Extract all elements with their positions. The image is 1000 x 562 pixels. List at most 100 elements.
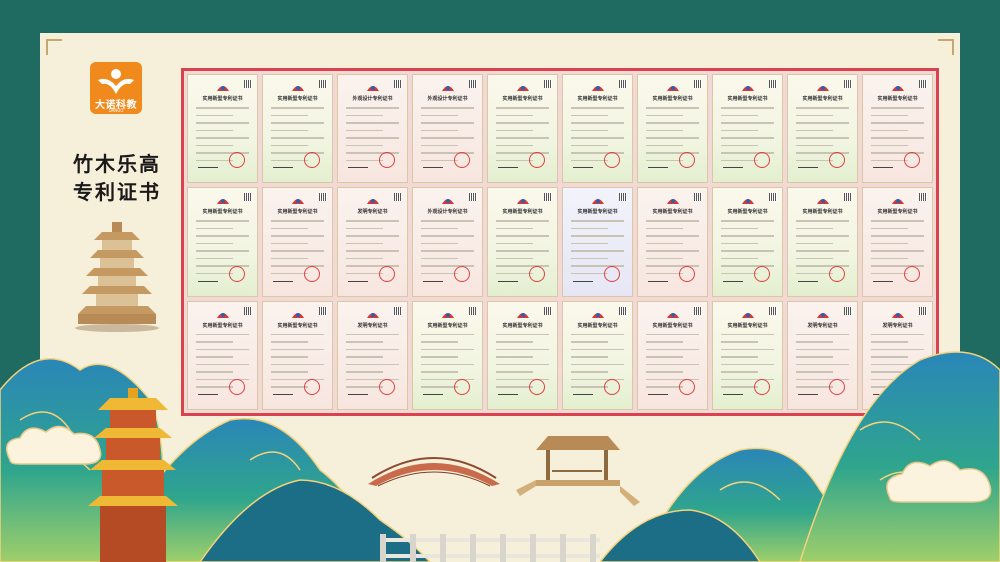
patent-emblem-icon (216, 199, 229, 205)
qr-code-icon (919, 193, 927, 202)
signature-mark (348, 161, 368, 169)
certificate-title: 实用新型专利证书 (502, 96, 543, 102)
qr-code-icon (544, 306, 552, 315)
qr-code-icon (319, 80, 327, 88)
qr-code-icon (769, 80, 777, 88)
official-seal-icon (229, 265, 245, 282)
qr-code-icon (694, 193, 702, 202)
signature-mark (873, 161, 893, 169)
stone-railing-illustration (380, 534, 600, 562)
signature-mark (198, 275, 218, 282)
patent-emblem-icon (291, 312, 304, 318)
certificate-title: 实用新型专利证书 (502, 322, 543, 329)
qr-code-icon (394, 80, 402, 88)
patent-emblem-icon (891, 312, 904, 318)
certificate-card: 实用新型专利证书 (637, 74, 708, 184)
patent-emblem-icon (516, 86, 529, 91)
cloud-right-illustration (886, 460, 992, 503)
patent-emblem-icon (366, 86, 379, 91)
official-seal-icon (304, 265, 320, 282)
certificate-card: 实用新型专利证书 (187, 187, 258, 297)
brand-logo-icon (98, 69, 134, 94)
patent-emblem-icon (666, 86, 679, 91)
patent-emblem-icon (366, 199, 379, 205)
qr-code-icon (394, 193, 402, 202)
patent-emblem-icon (891, 199, 904, 205)
certificate-card: 外观设计专利证书 (412, 74, 483, 184)
mountains-right-illustration (600, 351, 1000, 562)
patent-emblem-icon (216, 86, 229, 91)
qr-code-icon (244, 80, 252, 88)
certificate-title: 实用新型专利证书 (727, 96, 768, 102)
certificate-card: 实用新型专利证书 (562, 187, 633, 297)
certificate-title: 实用新型专利证书 (277, 209, 318, 216)
qr-code-icon (769, 306, 777, 315)
signature-mark (798, 161, 818, 169)
certificate-title: 发明专利证书 (807, 322, 838, 329)
signature-mark (573, 161, 593, 169)
certificate-card: 发明专利证书 (337, 187, 408, 297)
official-seal-icon (529, 379, 545, 395)
certificate-title: 实用新型专利证书 (727, 322, 768, 329)
qr-code-icon (844, 80, 852, 88)
certificate-card: 实用新型专利证书 (862, 74, 933, 184)
signature-mark (723, 161, 743, 169)
certificate-card: 外观设计专利证书 (412, 187, 483, 297)
certificate-card: 实用新型专利证书 (862, 187, 933, 297)
signature-mark (498, 275, 518, 282)
qr-code-icon (844, 193, 852, 202)
certificate-card: 实用新型专利证书 (787, 74, 858, 184)
signature-mark (348, 275, 368, 282)
patent-emblem-icon (591, 312, 604, 318)
qr-code-icon (919, 80, 927, 88)
certificate-title: 外观设计专利证书 (427, 96, 468, 102)
arched-bridge-illustration (368, 457, 500, 487)
patent-emblem-icon (516, 312, 529, 318)
certificate-title: 外观设计专利证书 (427, 209, 468, 216)
official-seal-icon (679, 265, 695, 282)
official-seal-icon (529, 265, 545, 282)
certificate-title: 外观设计专利证书 (352, 96, 393, 102)
signature-mark (198, 161, 218, 169)
certificate-title: 实用新型专利证书 (277, 96, 318, 102)
patent-emblem-icon (291, 199, 304, 205)
patent-emblem-icon (891, 86, 904, 91)
qr-code-icon (469, 306, 477, 315)
certificate-title: 实用新型专利证书 (502, 209, 543, 216)
patent-emblem-icon (216, 312, 229, 318)
certificate-title: 实用新型专利证书 (802, 209, 843, 216)
cloud-left-illustration (5, 425, 102, 465)
certificate-title: 实用新型专利证书 (652, 96, 693, 102)
official-seal-icon (829, 265, 845, 282)
certificate-title: 实用新型专利证书 (577, 96, 618, 102)
qr-code-icon (619, 306, 627, 315)
page-title-line2: 专利证书 (73, 180, 161, 204)
qr-code-icon (469, 80, 477, 88)
certificate-card: 实用新型专利证书 (262, 74, 333, 184)
certificate-card: 实用新型专利证书 (562, 74, 633, 184)
qr-code-icon (244, 193, 252, 202)
certificate-card: 实用新型专利证书 (712, 74, 783, 184)
qr-code-icon (694, 80, 702, 88)
official-seal-icon (454, 379, 470, 395)
signature-mark (573, 275, 593, 282)
patent-emblem-icon (366, 312, 379, 318)
certificate-card: 实用新型专利证书 (487, 74, 558, 184)
certificate-card: 实用新型专利证书 (262, 187, 333, 297)
certificate-title: 发明专利证书 (882, 322, 913, 329)
certificate-title: 发明专利证书 (357, 322, 388, 329)
qr-code-icon (619, 193, 627, 202)
certificate-title: 实用新型专利证书 (427, 322, 468, 329)
qr-code-icon (844, 306, 852, 315)
signature-mark (648, 161, 668, 169)
page-title-line1: 竹木乐高 (73, 152, 161, 176)
patent-emblem-icon (591, 199, 604, 205)
certificate-title: 实用新型专利证书 (202, 322, 243, 329)
certificate-title: 实用新型专利证书 (202, 209, 243, 216)
certificate-title: 实用新型专利证书 (652, 322, 693, 329)
patent-emblem-icon (741, 86, 754, 91)
signature-mark (573, 388, 593, 395)
certificate-card: 实用新型专利证书 (787, 187, 858, 297)
signature-mark (873, 275, 893, 282)
yellow-tower-illustration (88, 388, 178, 562)
